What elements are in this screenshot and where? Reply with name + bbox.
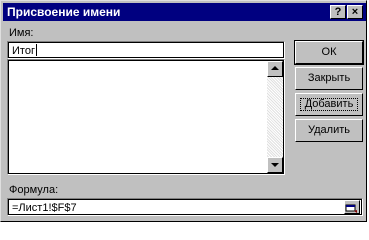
name-definition-dialog: Присвоение имени ? × Имя: Итог ОК Закрыт… [0, 0, 367, 222]
names-list[interactable] [7, 59, 285, 175]
names-list-scrollbar[interactable] [267, 61, 283, 173]
ok-button[interactable]: ОК [294, 40, 364, 65]
close-button[interactable]: × [347, 5, 363, 19]
help-button[interactable]: ? [330, 5, 346, 19]
text-caret [35, 44, 37, 56]
add-button[interactable]: Добавить [295, 93, 363, 116]
scroll-down-button[interactable] [267, 157, 283, 173]
collapse-dialog-icon [345, 204, 357, 213]
formula-input-value: =Лист1!$F$7 [12, 202, 77, 214]
scroll-up-button[interactable] [267, 61, 283, 77]
dialog-title: Присвоение имени [7, 5, 121, 19]
formula-label: Формула: [9, 184, 59, 196]
delete-button[interactable]: Удалить [295, 119, 363, 142]
close-dialog-button[interactable]: Закрыть [295, 67, 363, 90]
name-label: Имя: [9, 27, 34, 39]
name-input-value: Итог [12, 44, 37, 58]
add-button-label: Добавить [304, 98, 354, 110]
title-bar[interactable]: Присвоение имени ? × [3, 3, 366, 21]
formula-input[interactable]: =Лист1!$F$7 [7, 198, 363, 216]
name-input[interactable]: Итог [7, 41, 285, 59]
name-input-text: Итог [12, 45, 35, 57]
arrow-up-icon [271, 66, 279, 70]
arrow-down-icon [271, 163, 279, 167]
collapse-dialog-button[interactable] [344, 200, 360, 214]
